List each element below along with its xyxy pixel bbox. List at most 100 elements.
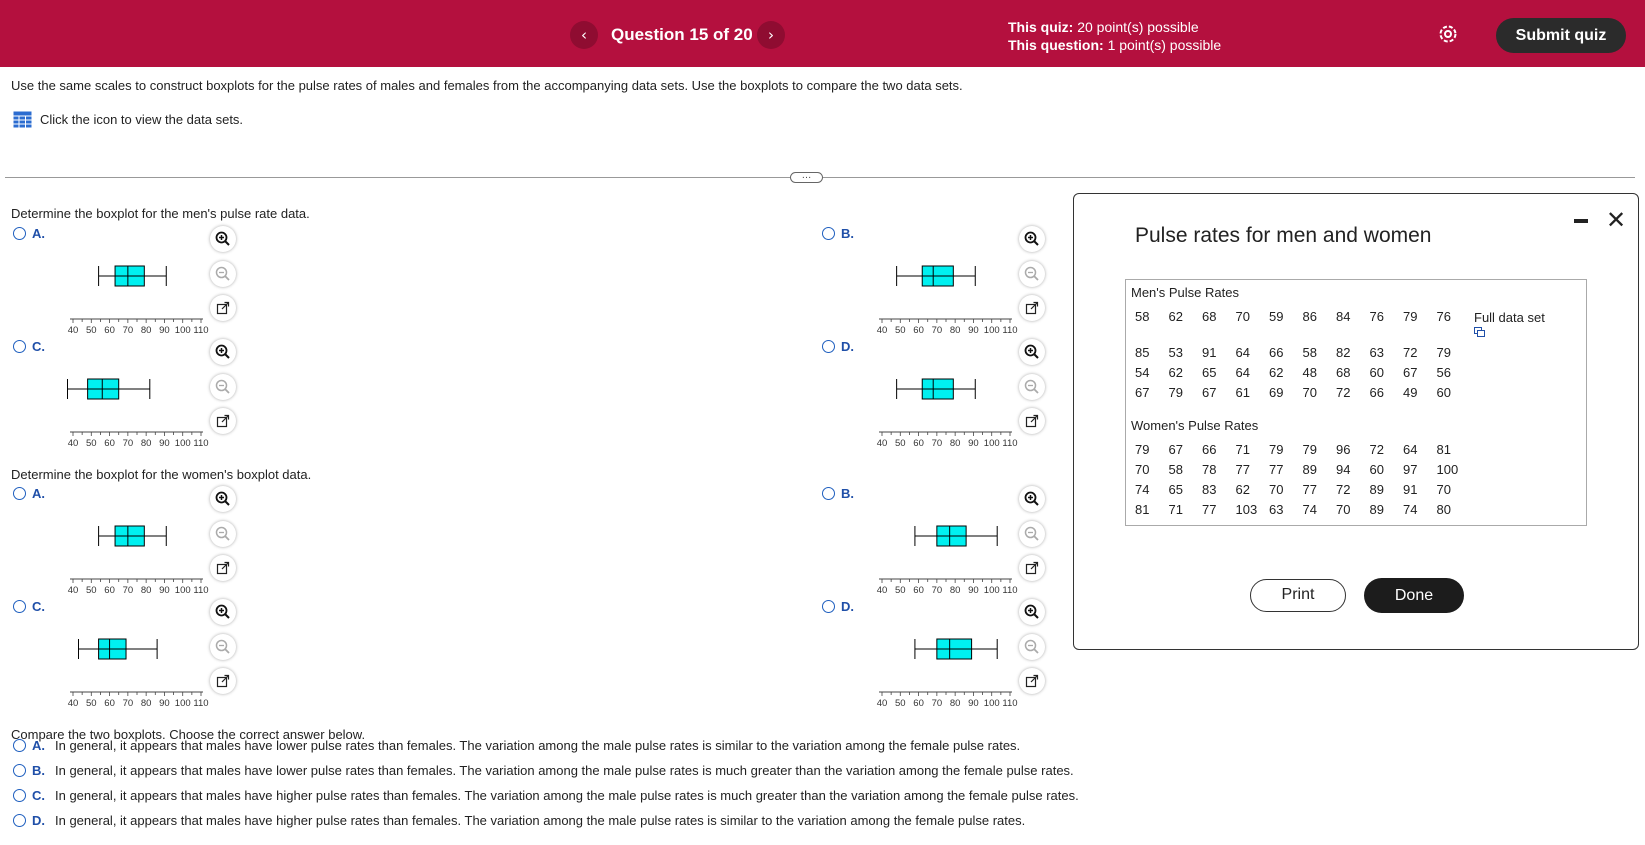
women-option-b[interactable]: B. (822, 486, 854, 501)
zoom-in-icon[interactable] (210, 599, 236, 625)
data-cell: 58 (1168, 462, 1183, 477)
tick-label: 110 (1002, 325, 1017, 336)
question-points-label: This question: (1008, 37, 1104, 53)
tick-label: 100 (175, 438, 191, 449)
question-counter: Question 15 of 20 (611, 25, 753, 44)
women-option-d[interactable]: D. (822, 599, 854, 614)
men-option-b[interactable]: B. (822, 226, 854, 241)
tick-label: 60 (913, 698, 924, 709)
tick-label: 60 (913, 438, 924, 449)
table-icon[interactable] (13, 111, 32, 128)
done-button[interactable]: Done (1364, 578, 1464, 613)
zoom-in-icon[interactable] (1019, 486, 1045, 512)
tick-label: 40 (877, 325, 888, 336)
radio-button[interactable] (822, 227, 835, 240)
data-cell: 71 (1168, 502, 1183, 517)
tick-label: 90 (159, 438, 170, 449)
data-cell: 64 (1235, 345, 1250, 360)
zoom-out-icon[interactable] (210, 634, 236, 660)
data-cell: 70 (1235, 309, 1250, 324)
tick-label: 100 (175, 325, 191, 336)
tick-label: 70 (123, 698, 134, 709)
zoom-in-icon[interactable] (1019, 599, 1045, 625)
men-option-c[interactable]: C. (13, 339, 45, 354)
open-new-window-icon[interactable] (1019, 295, 1045, 321)
data-row: 67 79 67 61 69 70 72 66 49 60 (1135, 385, 1470, 400)
open-new-window-icon[interactable] (210, 668, 236, 694)
radio-button[interactable] (13, 600, 26, 613)
zoom-in-icon[interactable] (1019, 339, 1045, 365)
option-letter: A. (32, 486, 45, 501)
men-option-d[interactable]: D. (822, 339, 854, 354)
tick-label: 50 (86, 438, 97, 449)
expand-handle[interactable]: … (790, 171, 823, 183)
radio-button[interactable] (13, 814, 26, 827)
copy-icon[interactable] (1474, 327, 1486, 337)
tick-label: 100 (984, 325, 1000, 336)
radio-button[interactable] (13, 227, 26, 240)
answer-letter: D. (32, 813, 45, 828)
minimize-icon[interactable] (1574, 219, 1588, 223)
tick-label: 60 (104, 325, 115, 336)
submit-quiz-button[interactable]: Submit quiz (1496, 18, 1626, 53)
radio-button[interactable] (822, 340, 835, 353)
zoom-out-icon[interactable] (1019, 261, 1045, 287)
tick-label: 100 (175, 585, 191, 596)
tick-label: 90 (159, 585, 170, 596)
radio-button[interactable] (13, 764, 26, 777)
radio-button[interactable] (13, 487, 26, 500)
zoom-in-icon[interactable] (210, 226, 236, 252)
compare-answer-a[interactable]: A. In general, it appears that males have… (13, 738, 1020, 753)
compare-answer-d[interactable]: D. In general, it appears that males have… (13, 813, 1025, 828)
data-row: 79 67 66 71 79 79 96 72 64 81 (1135, 442, 1470, 457)
data-cell: 86 (1302, 309, 1317, 324)
open-new-window-icon[interactable] (210, 408, 236, 434)
top-bar: ‹ Question 15 of 20 › This quiz: 20 poin… (0, 0, 1645, 67)
open-new-window-icon[interactable] (210, 295, 236, 321)
quiz-info: This quiz: 20 point(s) possible This que… (1008, 18, 1221, 54)
zoom-out-icon[interactable] (1019, 374, 1045, 400)
open-new-window-icon[interactable] (1019, 408, 1045, 434)
tick-label: 80 (141, 698, 152, 709)
open-new-window-icon[interactable] (1019, 668, 1045, 694)
women-option-c[interactable]: C. (13, 599, 45, 614)
zoom-out-icon[interactable] (1019, 634, 1045, 660)
open-new-window-icon[interactable] (210, 555, 236, 581)
zoom-out-icon[interactable] (210, 521, 236, 547)
radio-button[interactable] (13, 789, 26, 802)
zoom-out-icon[interactable] (210, 261, 236, 287)
data-cell: 81 (1135, 502, 1150, 517)
close-icon[interactable]: ✕ (1606, 208, 1626, 232)
view-data-sets-label: Click the icon to view the data sets. (40, 112, 244, 127)
instructions-text: Use the same scales to construct boxplot… (11, 78, 963, 93)
open-new-window-icon[interactable] (1019, 555, 1045, 581)
view-data-sets-link[interactable]: Click the icon to view the data sets. (13, 111, 243, 128)
women-option-a[interactable]: A. (13, 486, 45, 501)
tick-label: 90 (968, 325, 979, 336)
compare-answer-c[interactable]: C. In general, it appears that males have… (13, 788, 1079, 803)
radio-button[interactable] (13, 340, 26, 353)
zoom-in-icon[interactable] (210, 339, 236, 365)
compare-answer-b[interactable]: B. In general, it appears that males have… (13, 763, 1074, 778)
radio-button[interactable] (13, 739, 26, 752)
zoom-in-icon[interactable] (1019, 226, 1045, 252)
previous-question-button[interactable]: ‹ (570, 21, 598, 49)
option-letter: C. (32, 599, 45, 614)
radio-button[interactable] (822, 487, 835, 500)
tick-label: 110 (193, 585, 208, 596)
zoom-out-icon[interactable] (1019, 521, 1045, 547)
data-cell: 64 (1403, 442, 1418, 457)
zoom-out-icon[interactable] (210, 374, 236, 400)
data-cell: 85 (1135, 345, 1150, 360)
men-option-a[interactable]: A. (13, 226, 45, 241)
next-question-button[interactable]: › (757, 21, 785, 49)
data-cell: 65 (1202, 365, 1217, 380)
print-button[interactable]: Print (1250, 579, 1346, 612)
tick-label: 90 (159, 698, 170, 709)
answer-text: In general, it appears that males have l… (55, 738, 1021, 753)
radio-button[interactable] (822, 600, 835, 613)
data-cell: 60 (1369, 365, 1384, 380)
dialog-title: Pulse rates for men and women (1135, 224, 1432, 247)
gear-icon[interactable] (1436, 22, 1460, 46)
zoom-in-icon[interactable] (210, 486, 236, 512)
